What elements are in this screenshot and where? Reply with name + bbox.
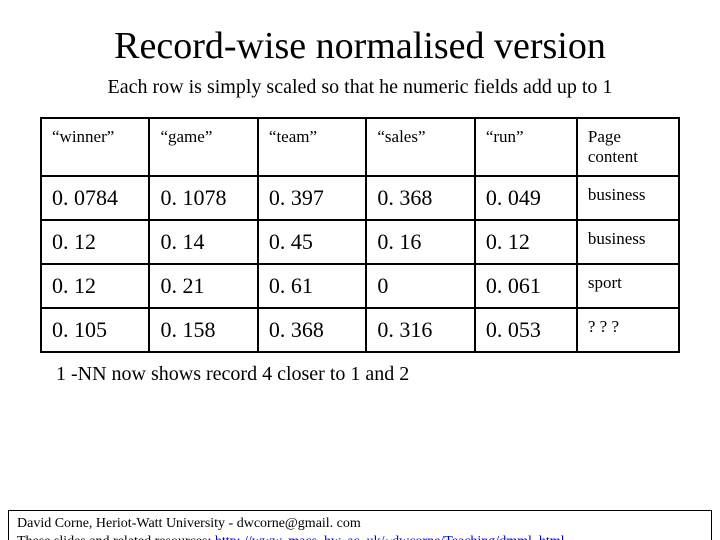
- cell: 0. 1078: [149, 176, 257, 220]
- cell: 0. 0784: [41, 176, 149, 220]
- cell-category: sport: [577, 264, 679, 308]
- col-header: “team”: [258, 118, 366, 176]
- cell: 0. 21: [149, 264, 257, 308]
- col-header: Page content: [577, 118, 679, 176]
- cell: 0. 12: [41, 220, 149, 264]
- post-note: 1 -NN now shows record 4 closer to 1 and…: [56, 363, 720, 386]
- cell: 0. 12: [475, 220, 577, 264]
- table-row: 0. 0784 0. 1078 0. 397 0. 368 0. 049 bus…: [41, 176, 679, 220]
- footer-line-1: David Corne, Heriot-Watt University - dw…: [17, 515, 703, 533]
- cell: 0. 049: [475, 176, 577, 220]
- page-title: Record-wise normalised version: [0, 24, 720, 68]
- table-row: 0. 12 0. 14 0. 45 0. 16 0. 12 business: [41, 220, 679, 264]
- cell-category: ? ? ?: [577, 308, 679, 352]
- cell: 0. 16: [366, 220, 474, 264]
- cell: 0. 14: [149, 220, 257, 264]
- table-row: 0. 105 0. 158 0. 368 0. 316 0. 053 ? ? ?: [41, 308, 679, 352]
- slide: Record-wise normalised version Each row …: [0, 24, 720, 540]
- cell: 0. 053: [475, 308, 577, 352]
- footer: David Corne, Heriot-Watt University - dw…: [8, 510, 712, 540]
- cell: 0. 61: [258, 264, 366, 308]
- footer-link[interactable]: http: //www. macs. hw. ac. uk/~dwcorne/T…: [215, 534, 565, 540]
- col-header: “run”: [475, 118, 577, 176]
- cell-category: business: [577, 176, 679, 220]
- col-header: “game”: [149, 118, 257, 176]
- cell: 0. 368: [366, 176, 474, 220]
- cell-category: business: [577, 220, 679, 264]
- cell: 0. 105: [41, 308, 149, 352]
- cell: 0. 061: [475, 264, 577, 308]
- data-table: “winner” “game” “team” “sales” “run” Pag…: [40, 117, 680, 353]
- col-header: “winner”: [41, 118, 149, 176]
- footer-line-2: These slides and related resources: http…: [17, 533, 703, 540]
- cell: 0. 368: [258, 308, 366, 352]
- footer-line-2-prefix: These slides and related resources:: [17, 534, 215, 540]
- cell: 0. 12: [41, 264, 149, 308]
- table-header-row: “winner” “game” “team” “sales” “run” Pag…: [41, 118, 679, 176]
- table-row: 0. 12 0. 21 0. 61 0 0. 061 sport: [41, 264, 679, 308]
- col-header: “sales”: [366, 118, 474, 176]
- cell: 0. 45: [258, 220, 366, 264]
- subtitle: Each row is simply scaled so that he num…: [30, 76, 690, 99]
- cell: 0: [366, 264, 474, 308]
- cell: 0. 397: [258, 176, 366, 220]
- cell: 0. 316: [366, 308, 474, 352]
- cell: 0. 158: [149, 308, 257, 352]
